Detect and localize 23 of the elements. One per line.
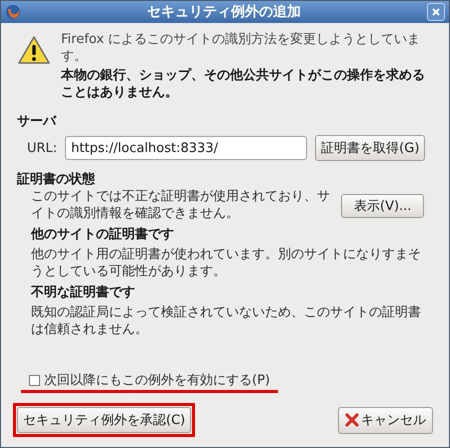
warning-text: Firefox によるこのサイトの識別方法を変更しようとしています。 <box>61 31 422 65</box>
section-heading: サーバ <box>17 113 58 130</box>
section-heading: 証明書の状態 <box>17 171 96 188</box>
close-button[interactable] <box>427 3 445 21</box>
warning-bold-text: 本物の銀行、ショップ、その他公共サイトがこの操作を求めることはありません。 <box>61 67 426 101</box>
checkbox-icon <box>29 375 40 386</box>
url-label: URL: <box>27 140 58 156</box>
close-icon <box>431 7 441 17</box>
warning-icon <box>17 35 51 65</box>
view-button[interactable]: 表示(V)... <box>341 194 424 218</box>
issue-title: 他のサイトの証明書です <box>31 226 175 243</box>
window-title: セキュリティ例外の追加 <box>146 2 302 22</box>
cancel-button[interactable]: キャンセル <box>338 406 433 434</box>
issue-text: 既知の認証局によって検証されていないため、このサイトの証明書は信頼されません。 <box>31 304 422 338</box>
browser-logo-icon <box>5 4 21 20</box>
permanent-checkbox[interactable]: 次回以降にもこの例外を有効にする(P) <box>21 372 278 389</box>
issue-text: 他のサイト用の証明書が使われています。別のサイトになりすまそうとしている可能性があります。 <box>31 246 422 280</box>
status-text: このサイトでは不正な証明書が使用されており、サイトの識別情報を確認できません。 <box>31 188 331 222</box>
issue-title: 不明な証明書です <box>31 284 136 301</box>
accept-exception-button[interactable]: セキュリティ例外を承認(C) <box>17 407 192 433</box>
url-field[interactable]: https://localhost:8333/ <box>65 136 308 160</box>
cross-icon <box>345 413 359 427</box>
get-certificate-button[interactable]: 証明書を取得(G) <box>315 135 426 161</box>
